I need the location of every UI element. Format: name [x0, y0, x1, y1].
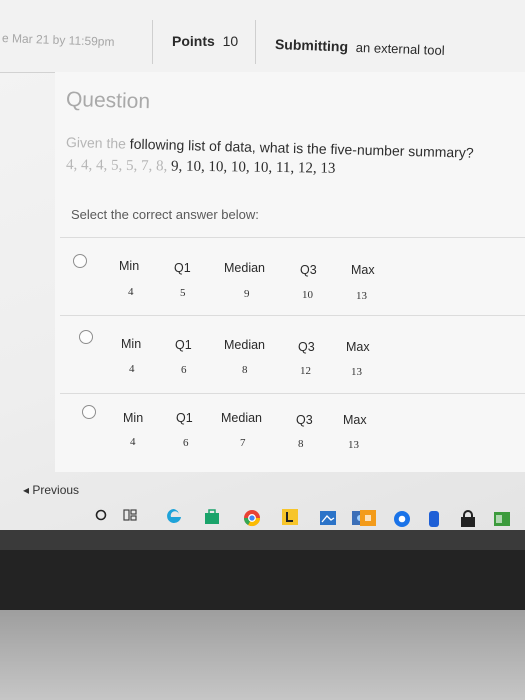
- value-max: 13: [351, 366, 362, 378]
- column-q3: Q3: [300, 263, 317, 277]
- value-median: 9: [244, 288, 250, 300]
- submitting-label: Submitting: [274, 36, 349, 55]
- column-median: Median: [224, 261, 265, 275]
- column-min: Min: [121, 337, 142, 351]
- search-circle-icon[interactable]: [95, 509, 107, 521]
- orange-app-icon[interactable]: [359, 509, 377, 527]
- monitor-bezel: [0, 530, 525, 550]
- due-date: e Mar 21 by 11:59pm: [1, 31, 115, 49]
- value-median: 7: [240, 437, 246, 449]
- value-q1: 5: [180, 287, 186, 299]
- column-median: Median: [221, 411, 262, 425]
- data-list-rest: 9, 10, 10, 10, 10, 11, 12, 13: [170, 158, 336, 177]
- submitting: Submitting an external tool: [275, 36, 445, 58]
- question-title: Question: [65, 88, 151, 114]
- value-max: 13: [348, 439, 359, 451]
- points: Points 10: [172, 33, 238, 49]
- store-icon[interactable]: [203, 508, 221, 526]
- task-view-icon[interactable]: [123, 508, 137, 522]
- column-median: Median: [224, 338, 265, 352]
- header-divider: [255, 20, 256, 64]
- answer-option[interactable]: [60, 393, 525, 472]
- desk-surface: [0, 610, 525, 700]
- radio-option-1[interactable]: [73, 254, 87, 268]
- value-q1: 6: [181, 364, 187, 376]
- photos-icon[interactable]: [319, 509, 337, 527]
- value-max: 13: [356, 290, 367, 302]
- column-max: Max: [346, 340, 370, 354]
- value-q1: 6: [183, 437, 189, 449]
- value-min: 4: [130, 436, 136, 448]
- column-q1: Q1: [176, 411, 193, 425]
- column-max: Max: [351, 263, 375, 277]
- green-app-icon[interactable]: [493, 510, 511, 528]
- column-q1: Q1: [174, 261, 191, 275]
- column-max: Max: [343, 413, 367, 427]
- column-q1: Q1: [175, 338, 192, 352]
- radio-option-3[interactable]: [82, 405, 96, 419]
- l-app-icon[interactable]: [281, 508, 299, 526]
- answer-option[interactable]: [60, 315, 525, 394]
- chrome-blue-icon[interactable]: [393, 510, 411, 528]
- column-q3: Q3: [298, 340, 315, 354]
- radio-option-2[interactable]: [79, 330, 93, 344]
- column-min: Min: [123, 411, 144, 425]
- screen: e Mar 21 by 11:59pm Points 10 Submitting…: [0, 0, 525, 530]
- chrome-icon[interactable]: [243, 509, 261, 527]
- instruction: Select the correct answer below:: [71, 207, 259, 222]
- data-list-start: 4, 4, 4, 5, 5, 7, 8,: [65, 157, 168, 175]
- value-q3: 8: [298, 438, 304, 450]
- header-divider: [152, 20, 153, 64]
- answer-option[interactable]: [60, 237, 525, 316]
- value-q3: 12: [300, 365, 311, 377]
- value-min: 4: [129, 363, 135, 375]
- submitting-value: an external tool: [355, 39, 445, 58]
- value-min: 4: [128, 286, 134, 298]
- assignment-header: e Mar 21 by 11:59pm Points 10 Submitting…: [0, 0, 525, 73]
- monitor-frame: [0, 550, 525, 610]
- points-label: Points: [172, 33, 215, 49]
- column-min: Min: [119, 259, 140, 273]
- value-q3: 10: [302, 289, 313, 301]
- edge-browser-icon[interactable]: [165, 507, 183, 525]
- previous-link[interactable]: ◂ Previous: [23, 483, 79, 497]
- blue-app-icon[interactable]: [425, 510, 443, 528]
- taskbar: [85, 505, 525, 530]
- points-value: 10: [222, 33, 239, 49]
- value-median: 8: [242, 364, 248, 376]
- question-prompt-start: Given the: [65, 134, 127, 152]
- column-q3: Q3: [296, 413, 313, 427]
- lock-icon[interactable]: [459, 510, 477, 528]
